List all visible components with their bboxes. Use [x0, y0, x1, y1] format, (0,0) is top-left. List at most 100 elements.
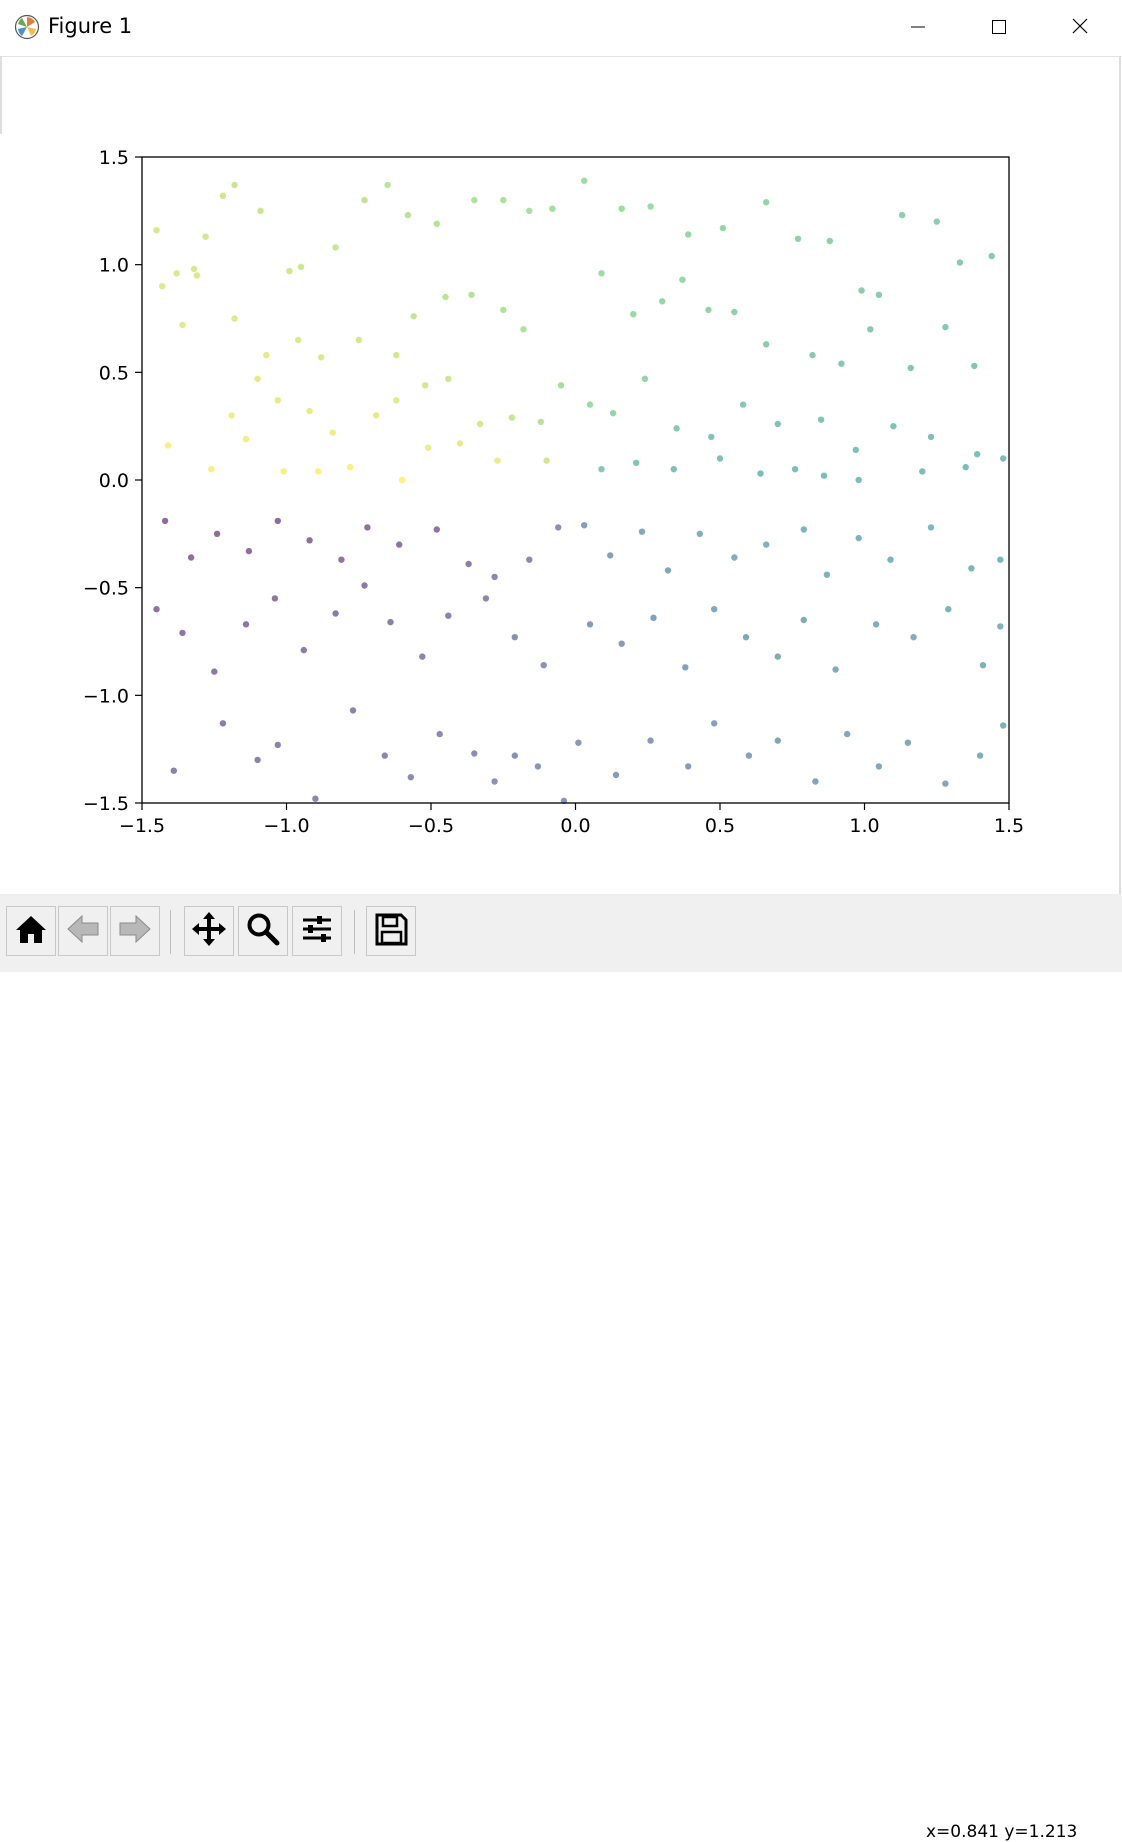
scatter-point	[407, 774, 414, 781]
scatter-point	[979, 662, 987, 669]
scatter-point	[719, 224, 727, 232]
figure-canvas[interactable]: −1.5 −1.0 −0.5 0.0 0.5 1.0 1.5 1.5 1.0 0.5 0.0 −0.…	[0, 134, 1118, 894]
scatter-point	[445, 612, 452, 619]
scatter-point	[482, 595, 490, 602]
scatter-point	[682, 664, 689, 671]
scatter-point	[274, 517, 281, 525]
scatter-plot[interactable]: −1.5 −1.0 −0.5 0.0 0.5 1.0 1.5 1.5 1.0 0.5 0.0 −0.…	[0, 134, 1118, 894]
scatter-point	[511, 634, 518, 641]
scatter-point	[685, 763, 692, 770]
scatter-point	[190, 265, 198, 273]
scatter-point	[494, 457, 501, 464]
y-axis: 1.5 1.0 0.5 0.0 −0.5 −1.0 −1.5	[83, 147, 142, 815]
y-tick-label: −1.0	[83, 685, 129, 707]
scatter-point	[581, 522, 588, 529]
pan-button[interactable]	[184, 906, 234, 956]
scatter-point	[187, 554, 195, 561]
scatter-point	[540, 662, 547, 669]
scatter-point	[598, 466, 605, 473]
scatter-point	[942, 780, 949, 787]
close-button[interactable]	[1040, 0, 1120, 56]
scatter-point	[164, 442, 172, 449]
scatter-point	[338, 556, 345, 563]
scatter-point	[508, 414, 516, 421]
back-button[interactable]	[58, 906, 108, 956]
scatter-point	[384, 181, 391, 189]
scatter-point	[534, 763, 542, 770]
scatter-point	[826, 237, 833, 245]
scatter-point	[312, 795, 319, 802]
scatter-point	[329, 429, 336, 436]
scatter-point	[393, 351, 400, 359]
scatter-point	[433, 526, 440, 533]
scatter-point	[179, 321, 186, 329]
navigation-toolbar: x=0.841 y=1.213	[0, 894, 1122, 1842]
scatter-point	[520, 326, 527, 333]
scatter-point	[465, 560, 472, 568]
scatter-point	[997, 623, 1004, 630]
scatter-point	[586, 621, 594, 628]
x-axis: −1.5 −1.0 −0.5 0.0 0.5 1.0 1.5	[119, 803, 1024, 837]
scatter-point	[159, 283, 166, 290]
scatter-point	[685, 231, 692, 238]
scatter-point	[708, 433, 715, 441]
matplotlib-logo-icon	[14, 14, 40, 40]
scatter-point	[774, 420, 781, 428]
scatter-point	[381, 752, 388, 759]
scatter-point	[557, 382, 565, 389]
scatter-point	[549, 205, 556, 212]
scatter-point	[271, 595, 279, 602]
scatter-point	[673, 425, 680, 432]
minimize-button[interactable]	[878, 0, 958, 56]
move-arrows-icon	[190, 910, 228, 952]
scatter-point	[228, 412, 235, 419]
scatter-point	[404, 211, 412, 219]
zoom-button[interactable]	[238, 906, 288, 956]
scatter-point	[242, 621, 250, 628]
y-tick-label: −1.5	[83, 793, 129, 815]
scatter-point	[763, 541, 770, 548]
scatter-point	[927, 433, 935, 441]
scatter-point	[763, 341, 770, 348]
forward-button[interactable]	[110, 906, 160, 956]
scatter-point	[904, 739, 912, 746]
scatter-point	[242, 435, 250, 443]
scatter-point	[976, 752, 984, 759]
scatter-point	[424, 444, 432, 451]
scatter-point	[436, 730, 443, 738]
scatter-point	[318, 354, 325, 361]
scatter-point	[161, 517, 169, 525]
scatter-point	[231, 315, 238, 322]
scatter-point	[422, 382, 429, 389]
scatter-point	[974, 451, 981, 458]
maximize-button[interactable]	[959, 0, 1039, 56]
scatter-point	[855, 476, 862, 484]
scatter-point	[306, 407, 313, 415]
scatter-point	[858, 287, 865, 294]
configure-subplots-button[interactable]	[292, 906, 342, 956]
scatter-point	[945, 606, 952, 613]
scatter-point	[526, 207, 533, 214]
scatter-point	[971, 362, 978, 370]
scatter-point	[988, 252, 995, 260]
scatter-point	[774, 737, 781, 744]
y-tick-label: 0.0	[99, 470, 129, 492]
scatter-point	[705, 306, 712, 314]
scatter-point	[659, 298, 666, 305]
magnifier-icon	[245, 911, 281, 951]
scatter-point	[202, 233, 209, 240]
home-button[interactable]	[6, 906, 56, 956]
scatter-point	[364, 524, 371, 531]
save-button[interactable]	[366, 906, 416, 956]
scatter-point	[774, 653, 781, 660]
scatter-point	[867, 326, 874, 333]
scatter-point	[763, 199, 770, 206]
scatter-point	[800, 616, 807, 624]
close-icon	[1072, 18, 1088, 38]
scatter-point	[898, 211, 906, 219]
scatter-point	[274, 397, 281, 404]
scatter-point	[349, 707, 357, 714]
y-tick-label: 0.5	[99, 362, 129, 384]
scatter-point	[794, 235, 802, 242]
y-tick-label: 1.0	[99, 255, 129, 277]
